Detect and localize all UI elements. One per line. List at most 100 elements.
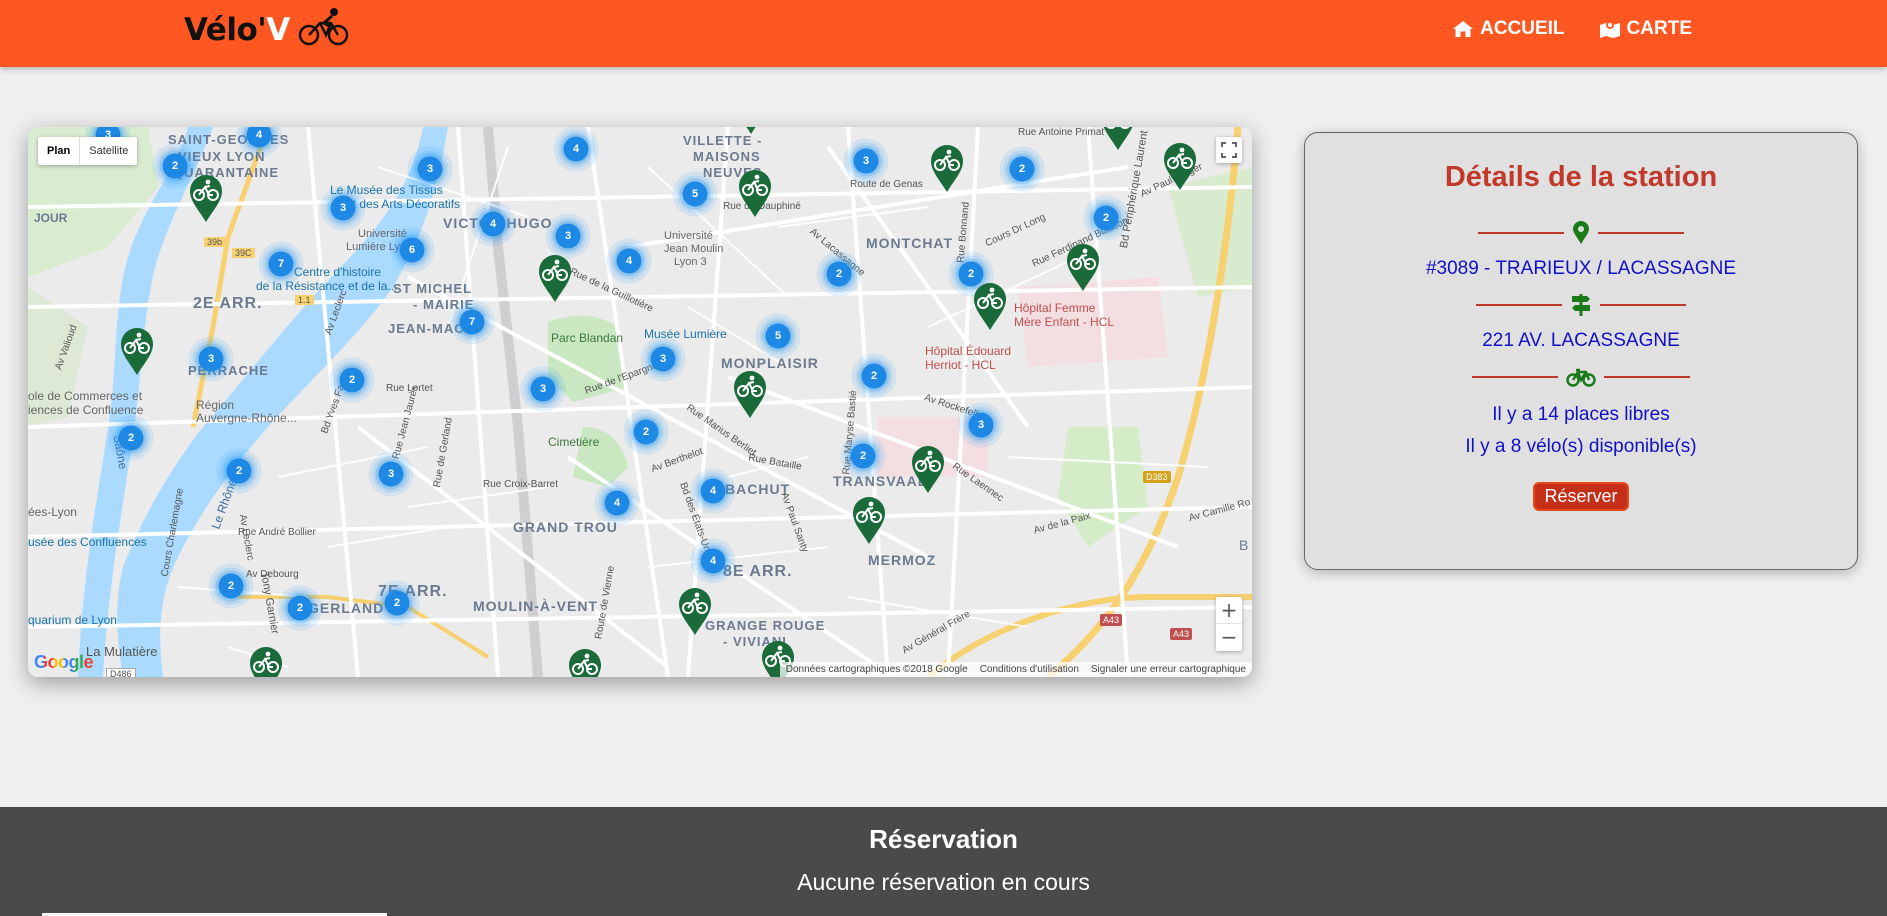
station-cluster[interactable]: 3: [958, 402, 1004, 448]
bike-station-marker[interactable]: [248, 645, 284, 677]
station-cluster[interactable]: 2: [216, 448, 262, 494]
bike-station-marker[interactable]: [972, 281, 1008, 331]
map-attribution: Données cartographiques ©2018 Google Con…: [779, 662, 1252, 677]
station-cluster[interactable]: 2: [816, 251, 862, 297]
road-shield: 39b: [204, 237, 226, 247]
station-cluster[interactable]: 2: [840, 433, 886, 479]
station-cluster[interactable]: 4: [606, 238, 652, 284]
map-label: Hôpital Édouard: [925, 344, 1012, 358]
station-cluster[interactable]: 5: [755, 313, 801, 359]
station-cluster[interactable]: 2: [851, 353, 897, 399]
station-cluster[interactable]: 7: [258, 241, 304, 287]
map-label: ST MICHEL: [393, 281, 473, 296]
divider-availability: [1305, 364, 1857, 390]
station-cluster[interactable]: 2: [329, 357, 375, 403]
map-label: Rue Antoine Primat: [1018, 127, 1105, 138]
station-cluster[interactable]: 2: [208, 563, 254, 609]
map-label: Rue Croix-Barret: [483, 479, 559, 490]
logo-text: Vélo'V: [184, 12, 290, 48]
station-cluster[interactable]: 3: [520, 366, 566, 412]
road-shield: D486: [106, 668, 136, 677]
map-data-credit: Données cartographiques ©2018 Google: [785, 664, 968, 675]
reservation-footer: Réservation Aucune réservation en cours: [0, 807, 1887, 916]
road-shield: A43: [1170, 628, 1193, 640]
available-bikes-text: Il y a 8 vélo(s) disponible(s): [1465, 436, 1697, 457]
report-error-link[interactable]: Signaler une erreur cartographique: [1091, 664, 1246, 675]
map-label: JOUR: [34, 211, 68, 225]
fullscreen-button[interactable]: [1216, 137, 1242, 163]
bike-station-marker[interactable]: [119, 326, 155, 376]
station-cluster[interactable]: 2: [1083, 195, 1129, 241]
map-label: Jean Moulin: [664, 243, 724, 255]
map-type-control: Plan Satellite: [38, 137, 138, 165]
bike-station-marker[interactable]: [1065, 242, 1101, 292]
zoom-in-button[interactable]: +: [1216, 597, 1242, 624]
map-label: Herriot - HCL: [925, 358, 996, 372]
bike-station-marker[interactable]: [677, 586, 713, 636]
station-address: 221 AV. LACASSAGNE: [1482, 330, 1680, 351]
station-cluster[interactable]: 2: [623, 409, 669, 455]
bike-station-marker[interactable]: [1100, 127, 1136, 151]
station-cluster[interactable]: 3: [368, 451, 414, 497]
map-label: GRAND TROU: [513, 519, 618, 535]
bike-station-marker[interactable]: [851, 495, 887, 545]
bike-station-marker[interactable]: [537, 253, 573, 303]
map-label: Auvergne-Rhône...: [196, 411, 297, 425]
bike-station-marker[interactable]: [188, 173, 224, 223]
station-cluster[interactable]: 2: [277, 585, 323, 631]
bike-station-marker[interactable]: [910, 444, 946, 494]
bike-station-marker[interactable]: [737, 168, 773, 218]
bike-station-marker[interactable]: [929, 143, 965, 193]
station-cluster[interactable]: 4: [553, 127, 599, 172]
map-label: B: [1239, 537, 1249, 553]
map-label: Région: [196, 398, 235, 412]
site-logo[interactable]: Vélo'V: [184, 8, 350, 52]
map-label: MOULIN-À-VENT: [473, 598, 598, 614]
station-cluster[interactable]: 4: [470, 201, 516, 247]
main-nav: ACCUEIL CARTE: [1452, 18, 1692, 40]
terms-link[interactable]: Conditions d'utilisation: [980, 664, 1079, 675]
station-cluster[interactable]: 4: [690, 468, 736, 514]
fullscreen-icon: [1221, 142, 1237, 158]
map-label: Centre d'histoire: [294, 265, 381, 279]
map-label: Parc Blandan: [551, 331, 624, 345]
station-cluster[interactable]: 6: [389, 227, 435, 273]
bike-station-marker[interactable]: [1162, 141, 1198, 191]
map-label: GRANGE ROUGE: [705, 618, 826, 633]
station-cluster[interactable]: 7: [449, 299, 495, 345]
nav-accueil[interactable]: ACCUEIL: [1452, 18, 1565, 40]
station-cluster[interactable]: 4: [594, 480, 640, 526]
bicycle-icon: [1566, 368, 1596, 387]
road-shield: A43: [1100, 614, 1123, 626]
cyclist-logo-icon: [298, 8, 348, 46]
station-cluster[interactable]: 3: [407, 146, 453, 192]
station-cluster[interactable]: 3: [640, 336, 686, 382]
map-label: MAISONS: [693, 149, 761, 164]
nav-carte[interactable]: CARTE: [1599, 18, 1692, 40]
station-cluster[interactable]: 3: [843, 138, 889, 184]
bike-station-marker[interactable]: [567, 647, 603, 677]
station-cluster[interactable]: 3: [188, 336, 234, 382]
home-icon: [1453, 21, 1474, 37]
map-type-satellite[interactable]: Satellite: [80, 137, 137, 165]
divider-address: [1305, 292, 1857, 318]
station-cluster[interactable]: 2: [999, 146, 1045, 192]
signpost-icon: [1572, 294, 1590, 316]
bike-station-marker[interactable]: [733, 127, 769, 135]
station-cluster[interactable]: 2: [374, 580, 420, 626]
map-type-plan[interactable]: Plan: [38, 137, 81, 165]
station-cluster[interactable]: 4: [690, 538, 736, 584]
reservation-status: Aucune réservation en cours: [797, 869, 1090, 895]
zoom-out-button[interactable]: −: [1216, 624, 1242, 651]
top-navbar: Vélo'V ACCUEIL CARTE: [0, 0, 1887, 67]
reserve-button[interactable]: Réserver: [1533, 482, 1629, 511]
map-label: ole de Commerces et: [28, 389, 143, 403]
bike-station-marker[interactable]: [732, 369, 768, 419]
map-label: Lyon 3: [674, 256, 707, 268]
station-cluster[interactable]: 3: [320, 185, 366, 231]
station-cluster[interactable]: 5: [672, 171, 718, 217]
google-logo[interactable]: Google: [34, 652, 94, 673]
road-shield: 1.1: [295, 295, 314, 305]
station-cluster[interactable]: 2: [108, 415, 154, 461]
station-map[interactable]: SAINT-GEORGES VIEUX LYON QUARANTAINE JOU…: [28, 127, 1252, 677]
